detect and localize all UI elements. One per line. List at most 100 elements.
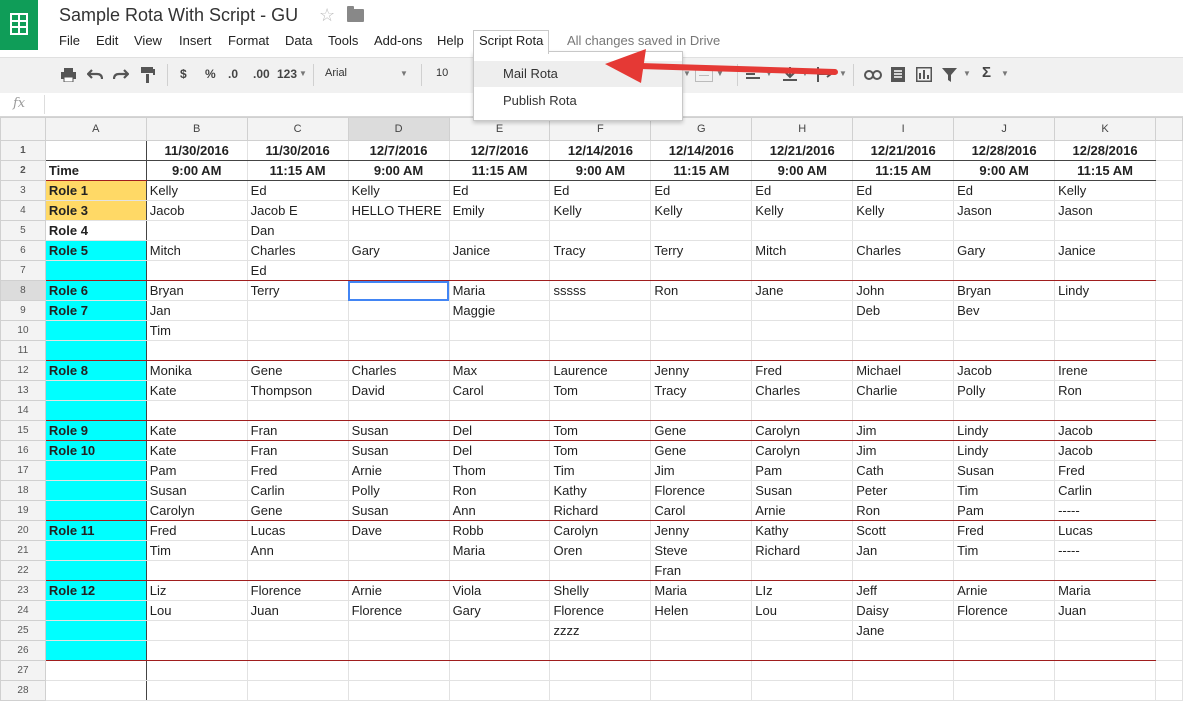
row-header[interactable]: 7	[0, 260, 46, 281]
grid-cell[interactable]: Ed	[246, 260, 349, 281]
grid-cell[interactable]: 9:00 AM	[953, 160, 1056, 181]
grid-cell[interactable]: Arnie	[347, 460, 450, 481]
grid-cell[interactable]	[852, 660, 955, 681]
row-header[interactable]: 17	[0, 460, 46, 481]
grid-cell[interactable]: Florence	[650, 480, 753, 501]
grid-cell[interactable]: Polly	[953, 380, 1056, 401]
grid-cell[interactable]: Jenny	[650, 360, 753, 381]
grid-cell[interactable]	[953, 680, 1056, 701]
grid-cell[interactable]: Bryan	[953, 280, 1056, 301]
grid-cell[interactable]: Kelly	[145, 180, 248, 201]
grid-cell[interactable]: Pam	[953, 500, 1056, 521]
grid-cell[interactable]: Tim	[145, 320, 248, 341]
grid-cell[interactable]	[448, 680, 551, 701]
grid-cell[interactable]: Fran	[246, 440, 349, 461]
grid-cell[interactable]: 12/28/2016	[1054, 140, 1156, 161]
row-header[interactable]: 15	[0, 420, 46, 441]
grid-cell[interactable]: Oren	[549, 540, 652, 561]
grid-cell[interactable]: Jane	[751, 280, 854, 301]
grid-cell[interactable]	[448, 400, 551, 421]
grid-cell[interactable]: Arnie	[347, 580, 450, 601]
grid-cell[interactable]: Charlie	[852, 380, 955, 401]
grid-cell[interactable]: Florence	[549, 600, 652, 621]
column-header-d[interactable]: D	[347, 117, 450, 141]
grid-cell[interactable]	[852, 260, 955, 281]
align-icon[interactable]	[746, 69, 760, 81]
menu-addons[interactable]: Add-ons	[374, 33, 422, 48]
grid-cell[interactable]: Fred	[246, 460, 349, 481]
grid-cell[interactable]	[1054, 640, 1156, 661]
grid-cell[interactable]	[650, 260, 753, 281]
grid-cell[interactable]: Maria	[650, 580, 753, 601]
grid-cell[interactable]	[953, 560, 1056, 581]
grid-cell[interactable]	[246, 340, 349, 361]
role-label-cell[interactable]: Role 10	[44, 440, 147, 461]
role-label-cell[interactable]	[44, 680, 147, 701]
grid-cell[interactable]: sssss	[549, 280, 652, 301]
role-label-cell[interactable]	[44, 140, 147, 161]
role-label-cell[interactable]: Role 11	[44, 520, 147, 541]
grid-cell[interactable]	[549, 640, 652, 661]
grid-cell[interactable]	[347, 280, 450, 301]
grid-cell[interactable]: Ed	[953, 180, 1056, 201]
role-label-cell[interactable]	[44, 320, 147, 341]
row-header[interactable]: 21	[0, 540, 46, 561]
grid-cell[interactable]: Ed	[852, 180, 955, 201]
column-header-a[interactable]: A	[44, 117, 147, 141]
grid-cell[interactable]: Scott	[852, 520, 955, 541]
print-icon[interactable]	[61, 68, 76, 82]
role-label-cell[interactable]	[44, 340, 147, 361]
row-header[interactable]: 6	[0, 240, 46, 261]
grid-cell[interactable]: Gene	[650, 420, 753, 441]
grid-cell[interactable]: Jim	[852, 420, 955, 441]
grid-cell[interactable]	[347, 560, 450, 581]
grid-cell[interactable]	[953, 660, 1056, 681]
grid-cell[interactable]	[751, 640, 854, 661]
grid-cell[interactable]: Del	[448, 440, 551, 461]
grid-cell[interactable]: Richard	[751, 540, 854, 561]
grid-cell[interactable]: Carolyn	[751, 420, 854, 441]
grid-cell[interactable]: Jason	[953, 200, 1056, 221]
grid-cell[interactable]	[549, 560, 652, 581]
grid-cell[interactable]: Charles	[347, 360, 450, 381]
menu-help[interactable]: Help	[437, 33, 464, 48]
grid-cell[interactable]	[549, 660, 652, 681]
grid-cell[interactable]: Lucas	[1054, 520, 1156, 541]
grid-cell[interactable]: Tim	[549, 460, 652, 481]
grid-cell[interactable]	[145, 660, 248, 681]
row-header[interactable]: 9	[0, 300, 46, 321]
grid-cell[interactable]: Liz	[145, 580, 248, 601]
grid-cell[interactable]	[145, 620, 248, 641]
menu-item-publish-rota[interactable]: Publish Rota	[474, 88, 682, 114]
grid-cell[interactable]: Florence	[953, 600, 1056, 621]
grid-cell[interactable]	[347, 340, 450, 361]
grid-cell[interactable]	[448, 260, 551, 281]
grid-cell[interactable]	[347, 220, 450, 241]
grid-cell[interactable]: Ed	[549, 180, 652, 201]
grid-cell[interactable]: Kelly	[650, 200, 753, 221]
grid-cell[interactable]: Tim	[953, 480, 1056, 501]
grid-cell[interactable]	[1054, 260, 1156, 281]
menu-tools[interactable]: Tools	[328, 33, 358, 48]
grid-cell[interactable]: Dave	[347, 520, 450, 541]
menu-edit[interactable]: Edit	[96, 33, 118, 48]
row-header[interactable]: 22	[0, 560, 46, 581]
grid-cell[interactable]	[448, 220, 551, 241]
grid-cell[interactable]: Tim	[145, 540, 248, 561]
grid-cell[interactable]	[549, 400, 652, 421]
role-label-cell[interactable]	[44, 260, 147, 281]
grid-cell[interactable]	[347, 620, 450, 641]
grid-cell[interactable]	[751, 300, 854, 321]
grid-cell[interactable]: Kelly	[852, 200, 955, 221]
grid-cell[interactable]	[751, 620, 854, 641]
grid-cell[interactable]	[1054, 340, 1156, 361]
role-label-cell[interactable]: Role 6	[44, 280, 147, 301]
grid-cell[interactable]	[650, 640, 753, 661]
column-header-i[interactable]: I	[852, 117, 955, 141]
grid-cell[interactable]: Gary	[953, 240, 1056, 261]
undo-icon[interactable]	[87, 68, 103, 81]
grid-cell[interactable]: Jeff	[852, 580, 955, 601]
grid-cell[interactable]: Lindy	[1054, 280, 1156, 301]
grid-cell[interactable]	[145, 340, 248, 361]
grid-cell[interactable]: Fran	[246, 420, 349, 441]
